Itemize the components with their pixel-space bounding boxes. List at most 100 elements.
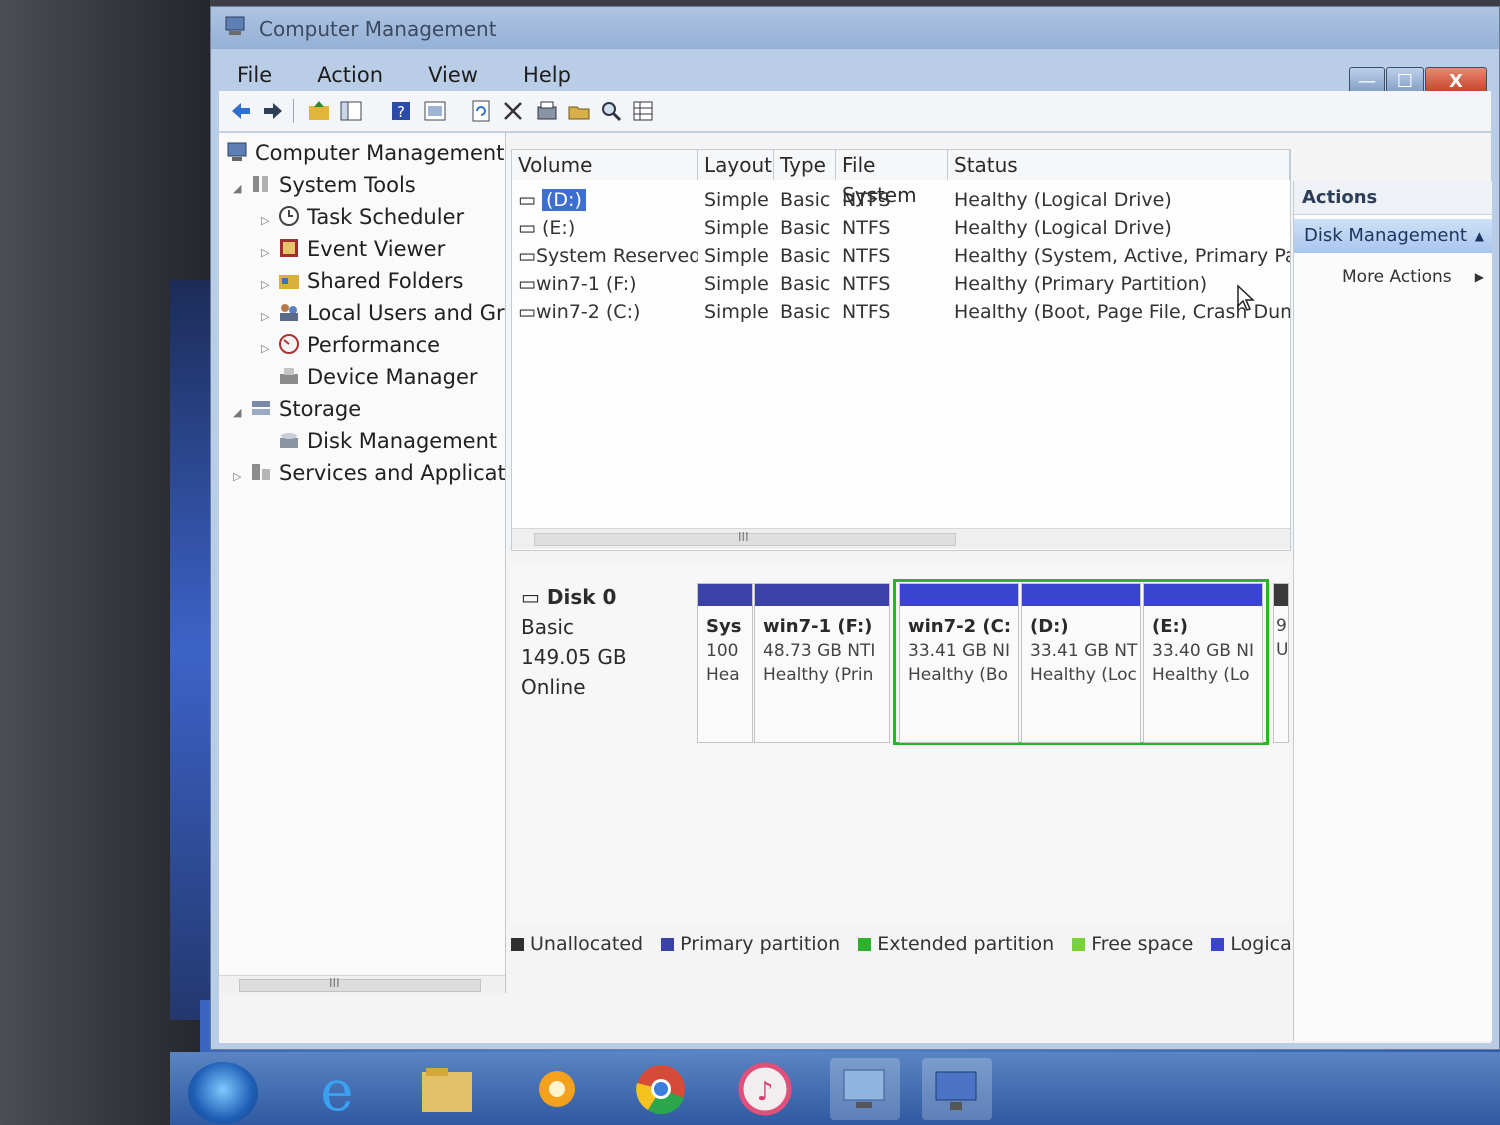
menu-help[interactable]: Help [523, 63, 571, 87]
collapse-icon[interactable]: ◢ [233, 406, 249, 419]
partition-e[interactable]: (E:) 33.40 GB NI Healthy (Lo [1143, 583, 1263, 743]
partition-system-reserved[interactable]: Sys 100 Hea [697, 583, 753, 743]
partition-label: (D:) [1030, 616, 1069, 637]
window-title: Computer Management [259, 17, 497, 41]
free-space-swatch [1072, 938, 1086, 951]
chrome-icon[interactable] [626, 1058, 696, 1120]
partition-status: Healthy (Bo [908, 665, 1008, 685]
volume-type: Basic [780, 217, 831, 239]
table-row[interactable]: ▭System Reserved Simple Basic NTFS Healt… [512, 242, 1290, 270]
start-orb-icon[interactable] [188, 1062, 258, 1124]
tree-item-system-tools[interactable]: ◢ System Tools [233, 173, 416, 203]
itunes-icon[interactable]: ♪ [730, 1058, 800, 1120]
console-tree-icon[interactable] [339, 99, 363, 123]
scrollbar-thumb[interactable] [239, 979, 481, 992]
partition-win7-2[interactable]: win7-2 (C: 33.41 GB NI Healthy (Bo [899, 583, 1019, 743]
expand-icon[interactable]: ▷ [261, 310, 277, 323]
file-explorer-icon[interactable] [412, 1058, 482, 1120]
tree-item-computer-management[interactable]: Computer Management [225, 141, 504, 171]
disk-icon: ▭ [521, 585, 547, 609]
menu-bar: File Action View Help [219, 53, 1339, 89]
event-viewer-icon [280, 239, 298, 257]
system-tools-icon [253, 176, 268, 192]
table-row[interactable]: ▭ (E:) Simple Basic NTFS Healthy (Logica… [512, 214, 1290, 242]
open-icon[interactable] [567, 99, 591, 123]
partition-unallocated[interactable]: 9 U [1273, 583, 1289, 743]
menu-action[interactable]: Action [317, 63, 383, 87]
disk-props-icon[interactable] [535, 99, 559, 123]
menu-view[interactable]: View [428, 63, 478, 87]
legend-label: Unallocated [530, 933, 644, 955]
table-row[interactable]: ▭ (D:) Simple Basic NTFS Healthy (Logica… [512, 186, 1290, 214]
volume-list-horizontal-scrollbar[interactable]: III [512, 528, 1290, 549]
expand-icon[interactable]: ▷ [261, 214, 277, 227]
desktop-edge [170, 280, 215, 1020]
tree-item-task-scheduler[interactable]: ▷ Task Scheduler [261, 205, 464, 235]
tree-item-shared-folders[interactable]: ▷ Shared Folders [261, 269, 463, 299]
partition-label: win7-1 (F:) [763, 616, 873, 637]
column-header-layout[interactable]: Layout [698, 150, 774, 180]
view-icon[interactable] [631, 99, 655, 123]
column-header-status[interactable]: Status [948, 150, 1290, 180]
volume-file-system: NTFS [842, 189, 891, 211]
collapse-icon[interactable]: ◢ [233, 182, 249, 195]
drive-icon: ▭ [518, 189, 542, 211]
expand-icon[interactable]: ▷ [261, 246, 277, 259]
partition-bar [1022, 584, 1140, 606]
unallocated-swatch [511, 938, 524, 951]
volume-file-system: NTFS [842, 273, 891, 295]
volume-file-system: NTFS [842, 245, 891, 267]
expand-icon[interactable]: ▷ [261, 278, 277, 291]
back-arrow-icon[interactable] [229, 99, 253, 123]
menu-file[interactable]: File [237, 63, 272, 87]
partition-win7-1[interactable]: win7-1 (F:) 48.73 GB NTI Healthy (Prin [754, 583, 890, 743]
actions-section-disk-management[interactable]: Disk Management ▲ [1294, 219, 1492, 253]
table-row[interactable]: ▭win7-2 (C:) Simple Basic NTFS Healthy (… [512, 298, 1290, 326]
drive-icon: ▭ [518, 273, 536, 295]
more-actions-item[interactable]: More Actions ▶ [1294, 261, 1492, 293]
refresh-icon[interactable] [469, 99, 493, 123]
volume-status: Healthy (Logical Drive) [954, 217, 1172, 239]
computer-management-icon[interactable] [922, 1058, 992, 1120]
title-bar[interactable]: Computer Management [211, 7, 1499, 49]
internet-explorer-icon[interactable]: e [302, 1058, 372, 1120]
delete-icon[interactable] [501, 99, 525, 123]
tree-label: System Tools [279, 173, 416, 197]
disk-info[interactable]: ▭ Disk 0 Basic 149.05 GB Online [521, 585, 691, 705]
media-player-icon[interactable] [522, 1058, 592, 1120]
disk-status: Online [521, 675, 586, 699]
partition-bar [755, 584, 889, 606]
tree-item-services-applications[interactable]: ▷ Services and Applicat [233, 461, 506, 491]
disk-graphic-area: ▭ Disk 0 Basic 149.05 GB Online Sys 100 … [511, 563, 1289, 923]
tree-horizontal-scrollbar[interactable]: III [219, 975, 505, 993]
network-icon[interactable] [830, 1058, 900, 1120]
table-row[interactable]: ▭win7-1 (F:) Simple Basic NTFS Healthy (… [512, 270, 1290, 298]
tree-item-event-viewer[interactable]: ▷ Event Viewer [261, 237, 445, 267]
tree-item-local-users[interactable]: ▷ Local Users and Gr [261, 301, 505, 331]
expand-icon[interactable]: ▷ [233, 470, 249, 483]
tree-item-device-manager[interactable]: Device Manager [261, 365, 478, 395]
disk-type: Basic [521, 615, 574, 639]
tree-label: Performance [307, 333, 441, 357]
properties-icon[interactable] [423, 99, 447, 123]
tree-item-storage[interactable]: ◢ Storage [233, 397, 361, 427]
partition-status: Healthy (Loc [1030, 665, 1137, 685]
tree-label: Services and Applicat [279, 461, 506, 485]
up-folder-icon[interactable] [307, 99, 331, 123]
expand-icon[interactable]: ▷ [261, 342, 277, 355]
column-header-volume[interactable]: Volume [512, 150, 698, 180]
collapse-triangle-icon[interactable]: ▲ [1475, 219, 1484, 253]
partition-bar [1144, 584, 1262, 606]
storage-icon [252, 401, 270, 415]
computer-management-icon [225, 16, 245, 35]
column-header-type[interactable]: Type [774, 150, 836, 180]
forward-arrow-icon[interactable] [261, 99, 285, 123]
partition-d[interactable]: (D:) 33.41 GB NT Healthy (Loc [1021, 583, 1141, 743]
actions-pane: Actions Disk Management ▲ More Actions ▶ [1293, 181, 1492, 1041]
help-icon[interactable]: ? [389, 99, 413, 123]
tree-item-performance[interactable]: ▷ Performance [261, 333, 440, 363]
column-header-file-system[interactable]: File System [836, 150, 948, 207]
tree-item-disk-management[interactable]: Disk Management [261, 429, 497, 459]
search-icon[interactable] [599, 99, 623, 123]
partition-size: 48.73 GB NTI [763, 641, 876, 661]
